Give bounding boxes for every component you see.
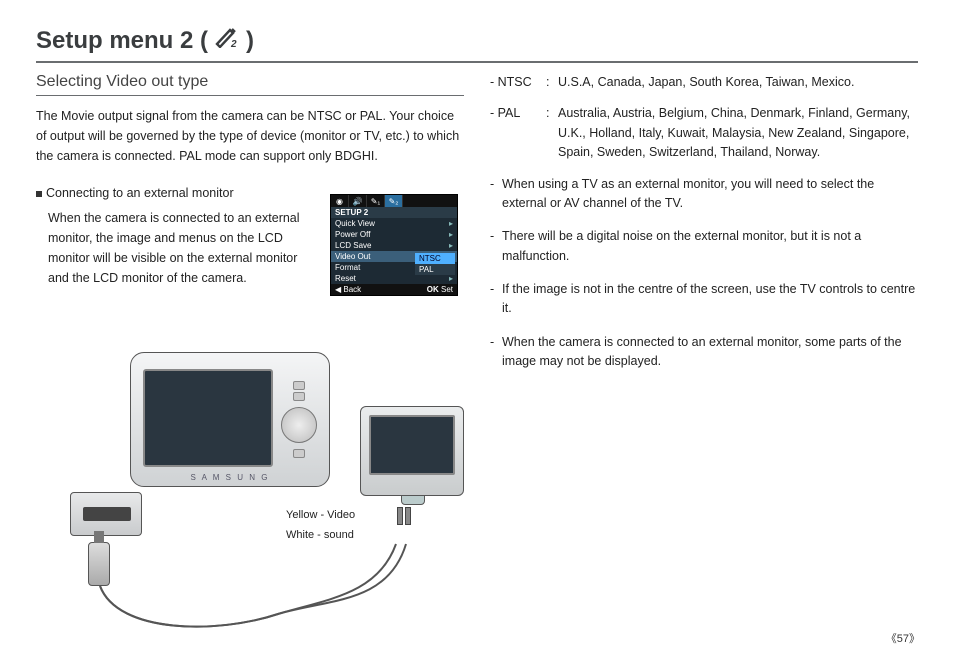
lcd-row: Quick View [335,219,449,228]
chevron-right-icon: ▸ [449,241,453,250]
note-4: -When the camera is connected to an exte… [490,333,918,372]
setup2-icon: 2 [214,26,240,48]
note-3: -If the image is not in the centre of th… [490,280,918,319]
def-term: - NTSC [490,73,546,92]
setup1-tab-icon: ✎₁ [367,195,385,207]
bullet-square-icon [36,191,42,197]
camera-button-icon [293,449,305,458]
def-pal: - PAL : Australia, Austria, Belgium, Chi… [490,104,918,162]
note-1: -When using a TV as an external monitor,… [490,175,918,214]
lcd-tabs: ◉ 🔊 ✎₁ ✎₂ [331,195,457,207]
bullet-text: Connecting to an external monitor [46,186,234,200]
def-sep: : [546,104,558,162]
lead-paragraph: The Movie output signal from the camera … [36,106,464,166]
tv-illustration [360,406,464,496]
svg-text:2: 2 [230,39,237,48]
av-cable [98,584,398,644]
note-body: There will be a digital noise on the ext… [502,227,918,266]
camera-illustration: S A M S U N G [130,352,330,487]
chevron-right-icon: ▸ [449,274,453,283]
lcd-row: Reset [335,274,449,283]
camera-dpad-icon [281,407,317,443]
chevron-right-icon: ▸ [449,230,453,239]
connection-diagram: S A M S U N G Yellow - Video White - sou… [70,352,490,592]
jack-white-icon [405,507,411,525]
lcd-foot-set: Set [441,285,453,294]
chevron-right-icon: ▸ [449,219,453,228]
page-title: Setup menu 2 ( [36,27,208,55]
lcd-foot-ok: OK [427,285,439,294]
lcd-footer: ◀ Back OK Set [331,284,457,295]
camera-button-icon [293,392,305,401]
camera-tab-icon: ◉ [331,195,349,207]
def-ntsc: - NTSC : U.S.A, Canada, Japan, South Kor… [490,73,918,92]
cable-labels: Yellow - Video White - sound [286,506,355,546]
note-2: -There will be a digital noise on the ex… [490,227,918,266]
lcd-foot-back: Back [343,285,361,294]
lcd-row: Power Off [335,230,449,239]
lcd-menu-head: SETUP 2 [331,207,457,218]
av-plug [88,542,110,586]
section-subhead: Selecting Video out type [36,73,464,96]
page-number: 《57》 [886,630,920,646]
label-yellow: Yellow - Video [286,506,355,526]
body-paragraph: When the camera is connected to an exter… [48,208,308,288]
page-title-row: Setup menu 2 ( 2 ) [36,26,918,63]
tv-base [401,495,425,505]
lcd-menu-screenshot: ◉ 🔊 ✎₁ ✎₂ SETUP 2 Quick View▸ Power Off▸… [330,194,458,296]
setup2-tab-icon: ✎₂ [385,195,403,207]
note-body: If the image is not in the centre of the… [502,280,918,319]
def-sep: : [546,73,558,92]
tv-screen [369,415,455,475]
lcd-opt: PAL [415,264,455,275]
note-body: When using a TV as an external monitor, … [502,175,918,214]
lcd-submenu: NTSC PAL [415,253,455,275]
def-term: - PAL [490,104,546,162]
page-title-close: ) [246,27,254,55]
lcd-opt-selected: NTSC [415,253,455,264]
port-closeup [70,492,142,536]
note-body: When the camera is connected to an exter… [502,333,918,372]
jack-yellow-icon [397,507,403,525]
sound-tab-icon: 🔊 [349,195,367,207]
camera-brand: S A M S U N G [131,473,329,482]
camera-button-icon [293,381,305,390]
back-arrow-icon: ◀ [335,285,341,294]
def-body: Australia, Austria, Belgium, China, Denm… [558,104,918,162]
def-body: U.S.A, Canada, Japan, South Korea, Taiwa… [558,73,918,92]
label-white: White - sound [286,526,355,546]
lcd-row: LCD Save [335,241,449,250]
camera-lcd [143,369,273,467]
tv-jacks [396,506,414,531]
